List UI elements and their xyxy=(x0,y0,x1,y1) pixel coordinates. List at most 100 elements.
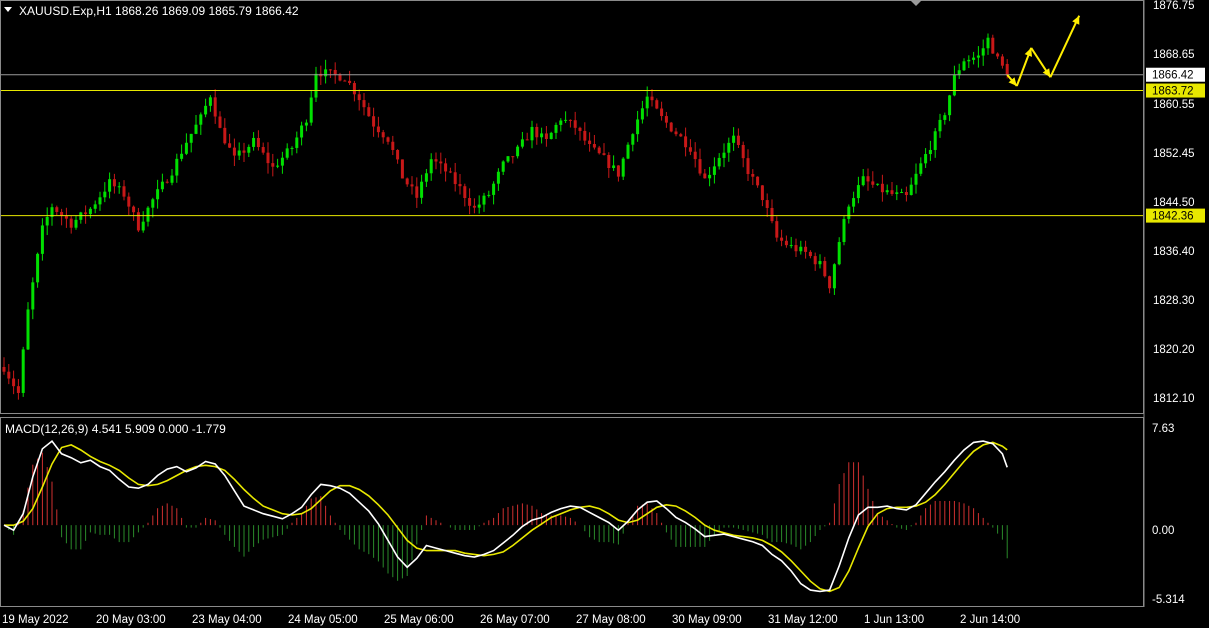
candle-body xyxy=(856,185,860,199)
candle-body xyxy=(400,159,404,179)
candle-body xyxy=(871,181,875,185)
candle-body xyxy=(933,131,937,150)
candle-body xyxy=(631,134,635,145)
candle-body xyxy=(559,120,563,125)
candle-body xyxy=(295,137,299,148)
symbol-info: XAUUSD.Exp,H1 1868.26 1869.09 1865.79 18… xyxy=(19,4,299,18)
candle-body xyxy=(391,141,395,150)
candle-body xyxy=(885,190,889,193)
candle-body xyxy=(88,208,92,215)
candle-body xyxy=(132,206,136,213)
upper-level-label: 1863.72 xyxy=(1152,86,1194,98)
candle-body xyxy=(568,119,572,121)
time-label: 19 May 2022 xyxy=(2,614,69,626)
candle-body xyxy=(597,147,601,154)
candle-body xyxy=(741,144,745,159)
price-ticks: 1876.75 1868.65 1860.55 1852.45 1844.50 … xyxy=(1153,0,1195,405)
time-label: 26 May 07:00 xyxy=(480,614,550,626)
candle-body xyxy=(506,156,510,162)
candle-body xyxy=(535,126,539,138)
candle-body xyxy=(93,204,97,209)
candle-body xyxy=(194,124,198,134)
macd-tick: -5.314 xyxy=(1152,594,1185,606)
candle-body xyxy=(136,212,140,231)
candle-body xyxy=(794,245,798,252)
candle-body xyxy=(2,367,6,372)
candle-body xyxy=(660,108,664,117)
candle-body xyxy=(861,176,865,186)
candle-body xyxy=(276,165,280,167)
candle-body xyxy=(381,132,385,138)
candle-body xyxy=(415,186,419,198)
price-chart[interactable]: XAUUSD.Exp,H1 1868.26 1869.09 1865.79 18… xyxy=(0,0,1209,628)
candle-body xyxy=(895,192,899,194)
candle-body xyxy=(976,55,980,58)
candle-body xyxy=(396,149,400,160)
candle-body xyxy=(372,116,376,127)
candle-body xyxy=(314,73,318,98)
candle-body xyxy=(751,174,755,177)
candle-body xyxy=(544,133,548,139)
candle-body xyxy=(420,181,424,198)
candle-body xyxy=(439,161,443,164)
candle-body xyxy=(588,140,592,145)
candle-body xyxy=(453,172,457,185)
candle-body xyxy=(540,133,544,138)
time-label: 2 Jun 14:00 xyxy=(960,614,1020,626)
candle-body xyxy=(669,122,673,132)
candle-body xyxy=(55,207,59,212)
candle-body xyxy=(583,130,587,141)
time-label: 27 May 08:00 xyxy=(576,614,646,626)
candle-body xyxy=(722,152,726,158)
price-tick: 1868.65 xyxy=(1153,49,1195,61)
candle-body xyxy=(914,173,918,185)
time-label: 1 Jun 13:00 xyxy=(864,614,924,626)
time-label: 23 May 04:00 xyxy=(192,614,262,626)
candle-body xyxy=(271,163,275,167)
candle-body xyxy=(799,246,803,252)
candle-body xyxy=(12,378,16,387)
price-tick: 1812.10 xyxy=(1153,393,1195,405)
candle-body xyxy=(492,183,496,195)
candle-body xyxy=(348,80,352,84)
candle-body xyxy=(367,107,371,117)
candle-body xyxy=(626,144,630,159)
candle-body xyxy=(472,205,476,208)
candle-body xyxy=(304,122,308,126)
candle-body xyxy=(986,37,990,49)
candle-body xyxy=(199,114,203,125)
candle-body xyxy=(967,59,971,62)
candle-body xyxy=(962,61,966,71)
candle-body xyxy=(866,176,870,182)
candle-body xyxy=(424,173,428,182)
candle-body xyxy=(146,207,150,222)
price-tick: 1844.50 xyxy=(1153,197,1195,209)
candle-body xyxy=(996,53,1000,57)
candle-body xyxy=(607,154,611,169)
candle-body xyxy=(516,146,520,157)
candle-body xyxy=(189,133,193,143)
candle-body xyxy=(756,176,760,186)
candle-body xyxy=(549,132,553,139)
candle-body xyxy=(732,135,736,143)
candle-body xyxy=(1005,63,1009,75)
macd-title: MACD(12,26,9) 4.541 5.909 0.000 -1.779 xyxy=(5,422,226,436)
candle-body xyxy=(237,150,241,156)
candle-body xyxy=(333,69,337,75)
price-tick: 1852.45 xyxy=(1153,148,1195,160)
candle-body xyxy=(256,137,260,148)
candle-body xyxy=(141,221,145,231)
candle-body xyxy=(386,137,390,142)
candle-body xyxy=(703,173,707,179)
candle-body xyxy=(765,200,769,208)
candle-body xyxy=(717,157,721,167)
candle-body xyxy=(525,139,529,141)
time-label: 30 May 09:00 xyxy=(672,614,742,626)
candle-body xyxy=(261,147,265,153)
candle-body xyxy=(290,147,294,149)
candle-body xyxy=(376,126,380,133)
candle-body xyxy=(69,218,73,228)
candle-body xyxy=(31,282,35,310)
time-label: 31 May 12:00 xyxy=(768,614,838,626)
candle-body xyxy=(640,108,644,120)
